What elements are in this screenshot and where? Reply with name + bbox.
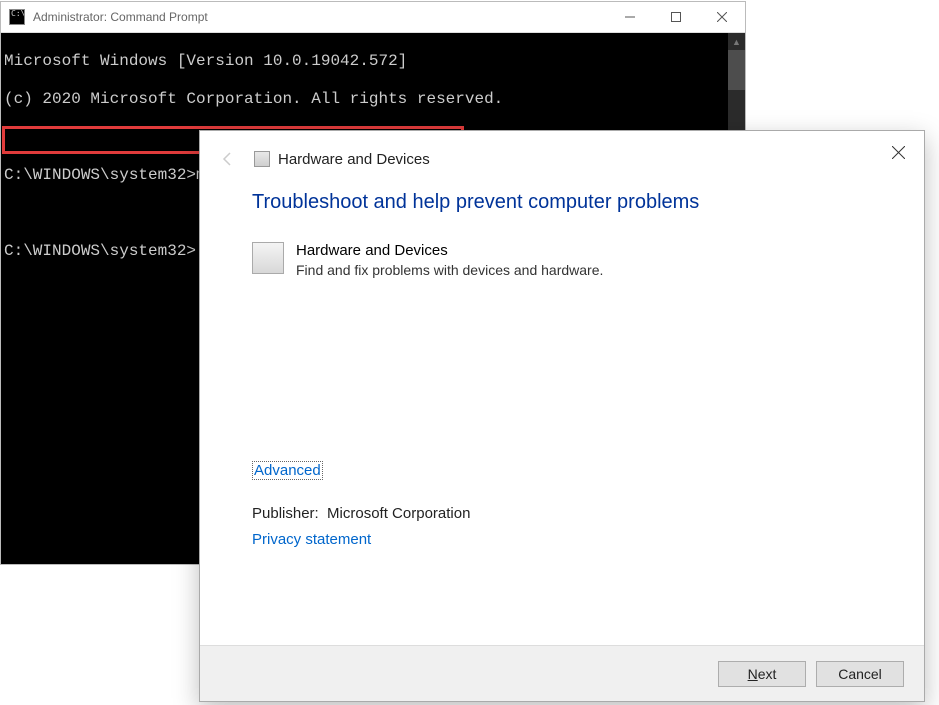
cancel-button[interactable]: Cancel bbox=[816, 661, 904, 687]
cmd-titlebar[interactable]: Administrator: Command Prompt bbox=[1, 2, 745, 33]
troubleshooter-item-text: Hardware and Devices Find and fix proble… bbox=[296, 242, 603, 278]
dialog-footer: Next Cancel bbox=[200, 645, 924, 701]
scroll-up-icon[interactable]: ▲ bbox=[728, 33, 745, 50]
publisher-label: Publisher: Microsoft Corporation bbox=[252, 505, 470, 522]
dialog-main-title: Troubleshoot and help prevent computer p… bbox=[252, 191, 872, 214]
close-button[interactable] bbox=[880, 137, 916, 167]
dialog-header: Hardware and Devices bbox=[200, 131, 924, 187]
advanced-link[interactable]: Advanced bbox=[252, 461, 323, 480]
cmd-title: Administrator: Command Prompt bbox=[33, 10, 607, 24]
item-description: Find and fix problems with devices and h… bbox=[296, 262, 603, 278]
privacy-link[interactable]: Privacy statement bbox=[252, 531, 371, 548]
minimize-button[interactable] bbox=[607, 2, 653, 32]
troubleshooter-icon bbox=[254, 151, 270, 167]
next-button[interactable]: Next bbox=[718, 661, 806, 687]
dialog-body: Troubleshoot and help prevent computer p… bbox=[200, 187, 924, 645]
dialog-header-title: Hardware and Devices bbox=[278, 151, 430, 168]
troubleshooter-item: Hardware and Devices Find and fix proble… bbox=[252, 242, 872, 278]
cmd-app-icon bbox=[9, 9, 25, 25]
cmd-window-controls bbox=[607, 2, 745, 32]
close-button[interactable] bbox=[699, 2, 745, 32]
hardware-icon bbox=[252, 242, 284, 274]
back-button bbox=[216, 147, 240, 171]
maximize-button[interactable] bbox=[653, 2, 699, 32]
cmd-output-line: Microsoft Windows [Version 10.0.19042.57… bbox=[4, 52, 742, 71]
scroll-thumb[interactable] bbox=[728, 50, 745, 90]
item-title: Hardware and Devices bbox=[296, 242, 603, 259]
troubleshooter-dialog: Hardware and Devices Troubleshoot and he… bbox=[199, 130, 925, 702]
cmd-output-line: (c) 2020 Microsoft Corporation. All righ… bbox=[4, 90, 742, 109]
